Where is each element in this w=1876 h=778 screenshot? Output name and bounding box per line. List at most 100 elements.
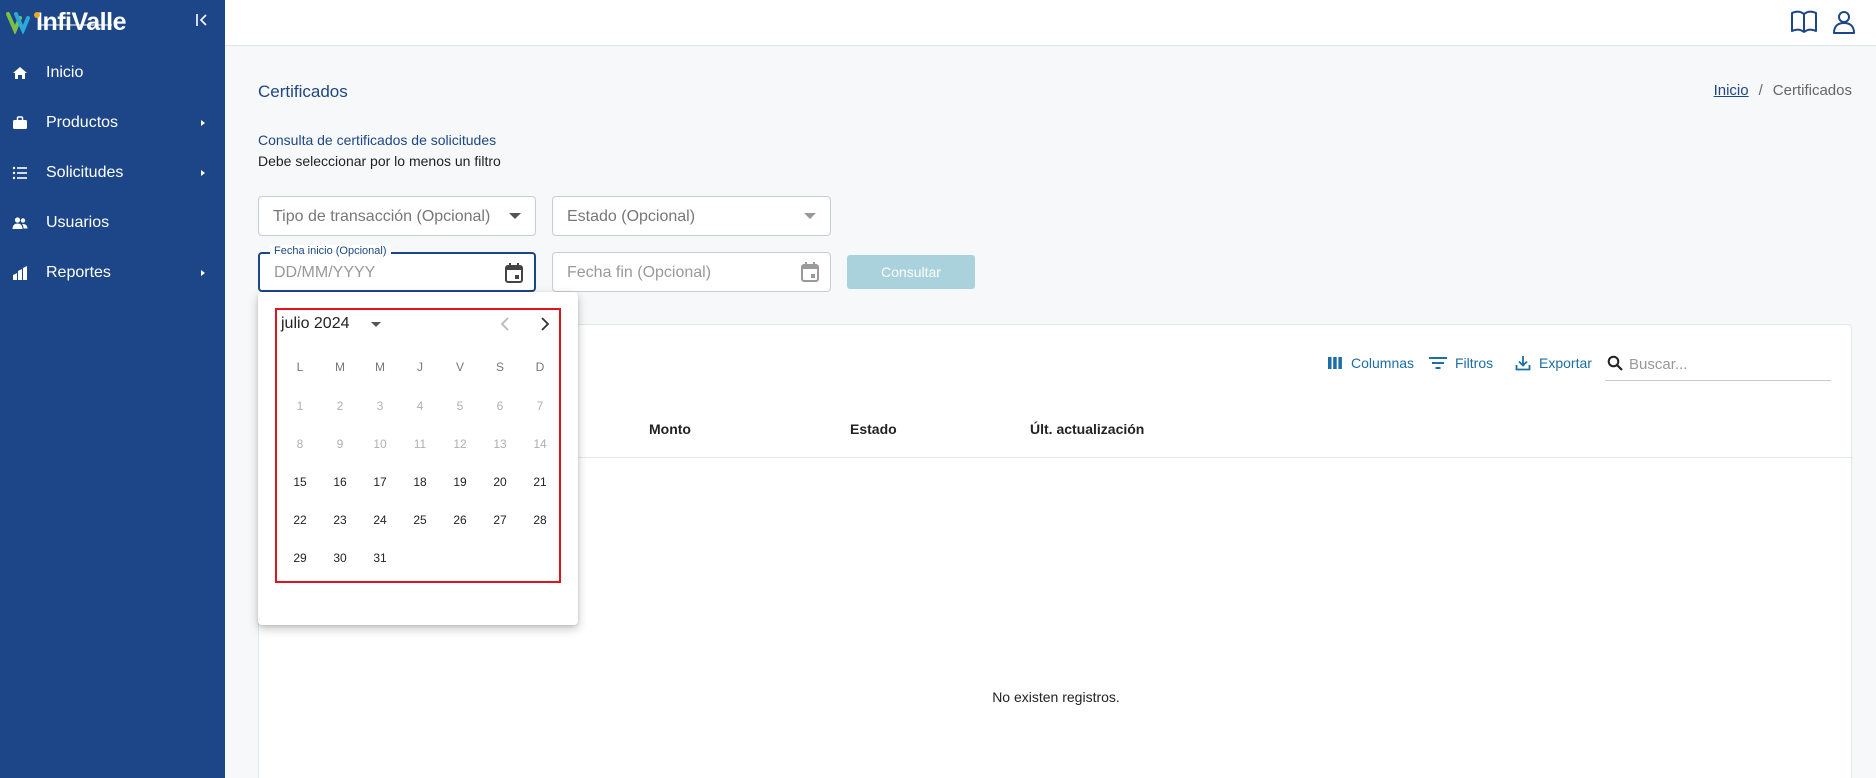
collapse-sidebar-icon[interactable] [194,10,210,30]
brand-name: InfiValle [36,7,126,36]
search-icon [1607,355,1623,371]
calendar-day[interactable]: 28 [520,501,560,539]
calendar-day[interactable]: 21 [520,463,560,501]
month-dropdown-icon[interactable] [371,322,381,327]
search-input[interactable] [1629,353,1825,375]
calendar-day-disabled: 5 [456,399,464,413]
fecha-inicio-label: Fecha inicio (Opcional) [270,245,391,257]
search-box [1605,347,1831,381]
sidebar: InfiValle Inicio Productos Solicitudes U… [0,0,225,778]
sidebar-item-inicio[interactable]: Inicio [0,48,225,98]
calendar-day[interactable]: 24 [360,501,400,539]
weekday-label: D [535,360,545,374]
column-header-ult-actualizacion[interactable]: Últ. actualización [1030,421,1144,437]
exportar-label: Exportar [1539,355,1592,371]
calendar-day-disabled: 4 [416,399,424,413]
calendar-day[interactable]: 17 [360,463,400,501]
sidebar-item-productos[interactable]: Productos [0,98,225,148]
filter-note: Debe seleccionar por lo menos un filtro [258,153,501,169]
sidebar-item-label: Inicio [46,64,84,81]
fecha-inicio-field[interactable]: Fecha inicio (Opcional) DD/MM/YYYY [258,245,536,292]
calendar-day[interactable]: 29 [280,539,320,577]
sidebar-item-label: Productos [46,114,119,131]
sidebar-item-reportes[interactable]: Reportes [0,248,225,298]
calendar-day-disabled: 13 [493,437,507,451]
calendar-day-disabled: 3 [376,399,384,413]
calendar-day-disabled: 12 [453,437,467,451]
logo-mark-icon [6,12,40,34]
tipo-transaccion-select[interactable]: Tipo de transacción (Opcional) [258,196,536,236]
user-icon[interactable] [1830,9,1858,35]
calendar-day-disabled: 10 [373,437,387,451]
chevron-left-icon [500,317,509,331]
datepicker-popup: julio 2024 LMMJVSD 1 2 3 4 5 6 7 8 9 10 11 12 13 14 15… [258,292,578,625]
sidebar-item-label: Usuarios [46,214,110,231]
columns-icon [1328,357,1342,369]
breadcrumb-separator: / [1758,82,1763,99]
exportar-button[interactable]: Exportar [1515,355,1592,371]
next-month-button[interactable] [535,314,555,334]
dropdown-caret-icon [804,213,816,219]
calendar-day-disabled: 11 [413,437,427,451]
breadcrumb-home-link[interactable]: Inicio [1714,82,1749,99]
calendar-day-disabled: 7 [536,399,544,413]
home-icon [12,65,28,81]
weekday-label: M [335,360,345,374]
breadcrumb: Inicio / Certificados [1714,82,1852,99]
chevron-right-icon [201,120,205,126]
weekday-label: M [375,360,385,374]
fecha-inicio-placeholder: DD/MM/YYYY [274,264,376,281]
calendar-day[interactable]: 18 [400,463,440,501]
columnas-button[interactable]: Columnas [1327,355,1414,371]
page-title: Certificados [258,82,348,101]
estado-select[interactable]: Estado (Opcional) [552,196,831,236]
calendar-day-disabled: 1 [296,399,304,413]
calendar-day-disabled: 9 [336,437,344,451]
calendar-day[interactable]: 15 [280,463,320,501]
sidebar-item-solicitudes[interactable]: Solicitudes [0,148,225,198]
sidebar-item-label: Reportes [46,264,111,281]
calendar-day[interactable]: 25 [400,501,440,539]
calendar-day[interactable]: 26 [440,501,480,539]
weekday-label: V [455,360,464,374]
sidebar-item-label: Solicitudes [46,164,124,181]
top-bar [225,0,1876,46]
calendar-icon[interactable] [504,262,524,284]
column-header-estado[interactable]: Estado [850,421,897,437]
briefcase-icon [12,115,28,131]
calendar-day-disabled: 6 [496,399,504,413]
weekday-label: S [495,360,504,374]
calendar-day[interactable]: 27 [480,501,520,539]
previous-month-button[interactable] [495,314,515,334]
book-icon[interactable] [1790,9,1818,35]
empty-table-message: No existen registros. [992,689,1120,705]
chevron-right-icon [201,270,205,276]
sidebar-nav: Inicio Productos Solicitudes Usuarios Re… [0,48,225,298]
calendar-day-disabled: 8 [296,437,304,451]
sidebar-item-usuarios[interactable]: Usuarios [0,198,225,248]
weekday-label: L [296,360,304,374]
consultar-button[interactable]: Consultar [847,255,975,289]
users-icon [12,215,28,231]
select-placeholder: Tipo de transacción (Opcional) [273,208,491,225]
calendar-icon[interactable] [800,261,820,283]
fecha-fin-placeholder: Fecha fin (Opcional) [567,264,712,281]
calendar-day[interactable]: 31 [360,539,400,577]
calendar-day[interactable]: 22 [280,501,320,539]
weekday-label: J [417,360,423,374]
calendar-day[interactable]: 19 [440,463,480,501]
breadcrumb-current: Certificados [1772,82,1852,99]
filtros-label: Filtros [1455,355,1494,371]
list-icon [12,165,28,181]
brand-logo[interactable]: InfiValle [6,8,126,36]
filtros-button[interactable]: Filtros [1429,355,1493,371]
calendar-day[interactable]: 23 [320,501,360,539]
calendar-day[interactable]: 30 [320,539,360,577]
column-header-monto[interactable]: Monto [649,421,691,437]
chevron-right-icon [541,317,550,331]
calendar-day[interactable]: 20 [480,463,520,501]
fecha-fin-field[interactable]: Fecha fin (Opcional) [552,252,831,292]
calendar-day-disabled: 14 [533,437,547,451]
calendar-day[interactable]: 16 [320,463,360,501]
month-year-label[interactable]: julio 2024 [281,315,350,333]
